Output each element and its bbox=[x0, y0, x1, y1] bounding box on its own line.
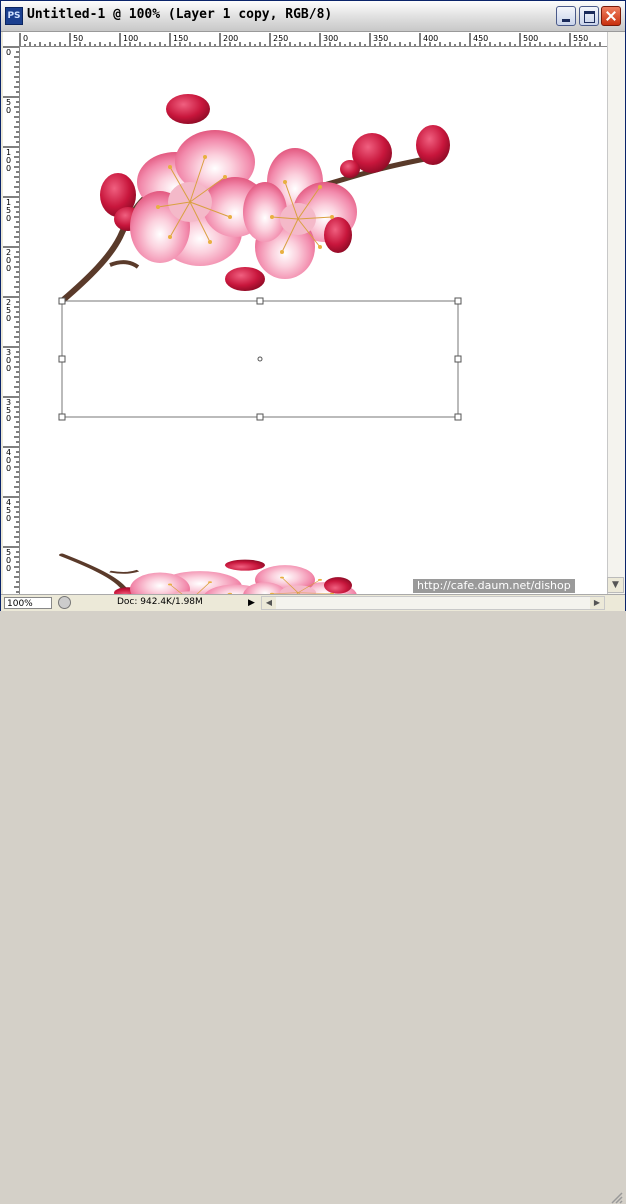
vertical-scrollbar[interactable] bbox=[607, 32, 625, 594]
ruler-label: 200 bbox=[223, 34, 238, 43]
ruler-label: 300 bbox=[323, 34, 338, 43]
zoom-field[interactable]: 100% bbox=[4, 597, 52, 609]
plum-blossom-reflection bbox=[62, 555, 450, 594]
status-bar: 100% Doc: 942.4K/1.98M ▶ ◀ ▶ bbox=[1, 594, 625, 1204]
ruler-label: 0 bbox=[6, 464, 11, 473]
ruler-label: 0 bbox=[6, 164, 11, 173]
photoshop-icon: PS bbox=[5, 7, 23, 25]
ruler-label: 50 bbox=[73, 34, 83, 43]
vertical-ruler[interactable]: 050100150200250300350400450500 bbox=[3, 46, 20, 594]
horizontal-scrollbar[interactable]: ◀ ▶ bbox=[261, 596, 605, 610]
resize-grip-icon[interactable] bbox=[609, 1190, 623, 1204]
ruler-label: 500 bbox=[523, 34, 538, 43]
doc-size: Doc: 942.4K/1.98M bbox=[117, 597, 203, 607]
ruler-label: 0 bbox=[6, 514, 11, 523]
ruler-label: 0 bbox=[6, 214, 11, 223]
ruler-label: 0 bbox=[6, 414, 11, 423]
document-window: PS Untitled-1 @ 100% (Layer 1 copy, RGB/… bbox=[0, 0, 626, 1204]
ruler-label: 0 bbox=[6, 106, 11, 115]
ruler-origin[interactable] bbox=[3, 32, 20, 47]
ruler-label: 0 bbox=[6, 264, 11, 273]
window-title: Untitled-1 @ 100% (Layer 1 copy, RGB/8) bbox=[27, 7, 333, 22]
ruler-label: 400 bbox=[423, 34, 438, 43]
ruler-label: 150 bbox=[173, 34, 188, 43]
ruler-label: 0 bbox=[6, 564, 11, 573]
canvas-artwork bbox=[58, 47, 462, 594]
scroll-right-arrow-icon[interactable]: ▶ bbox=[590, 597, 604, 609]
minimize-button[interactable] bbox=[556, 6, 576, 26]
status-menu-arrow-icon[interactable]: ▶ bbox=[248, 597, 258, 609]
ruler-label: 250 bbox=[273, 34, 288, 43]
vertical-ruler-ticks: 050100150200250300350400450500 bbox=[3, 46, 19, 593]
title-bar[interactable]: PS Untitled-1 @ 100% (Layer 1 copy, RGB/… bbox=[1, 1, 625, 32]
maximize-button[interactable] bbox=[579, 6, 599, 26]
info-icon[interactable] bbox=[58, 596, 71, 609]
ruler-label: 0 bbox=[6, 314, 11, 323]
ruler-label: 100 bbox=[123, 34, 138, 43]
plum-blossom-image bbox=[62, 94, 450, 301]
ruler-label: 450 bbox=[473, 34, 488, 43]
close-button[interactable] bbox=[601, 6, 621, 26]
scroll-down-arrow-icon[interactable]: ▼ bbox=[607, 577, 624, 593]
watermark: http://cafe.daum.net/dishop bbox=[413, 579, 575, 593]
horizontal-ruler-ticks: 0 50 100 150 200 250 300 350 400 450 500 550 bbox=[19, 33, 601, 46]
ruler-label: 0 bbox=[23, 34, 28, 43]
transform-bounding-box[interactable] bbox=[58, 297, 462, 421]
scroll-left-arrow-icon[interactable]: ◀ bbox=[262, 597, 276, 609]
document-canvas[interactable] bbox=[20, 47, 607, 594]
ruler-label: 0 bbox=[6, 48, 11, 57]
horizontal-ruler[interactable]: 0 50 100 150 200 250 300 350 400 450 500 550 bbox=[19, 32, 607, 47]
ruler-label: 350 bbox=[373, 34, 388, 43]
ruler-label: 550 bbox=[573, 34, 588, 43]
ruler-label: 0 bbox=[6, 364, 11, 373]
